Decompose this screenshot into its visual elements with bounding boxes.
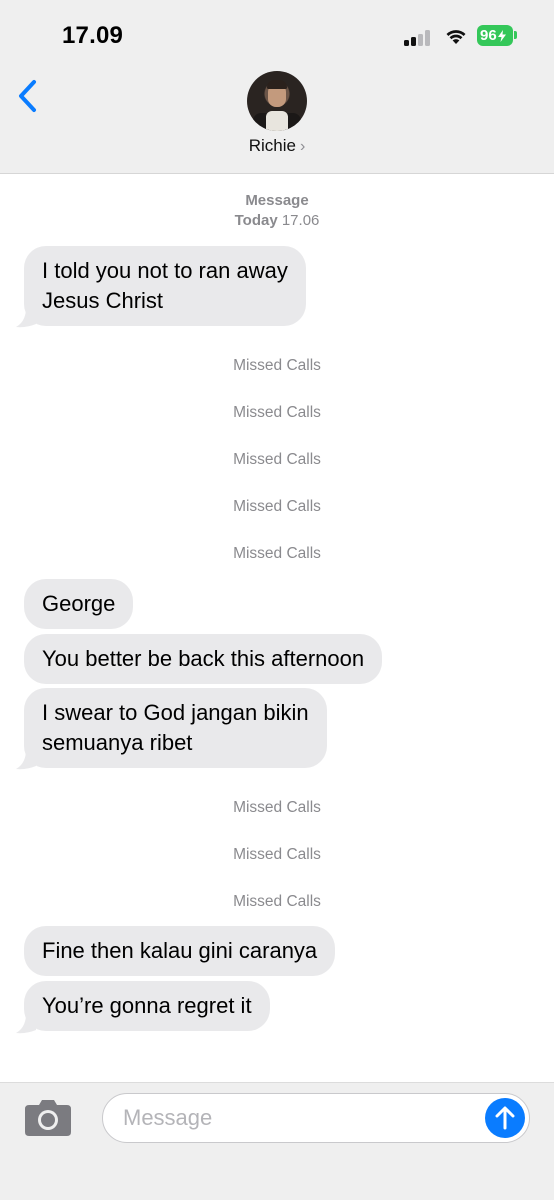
incoming-message-bubble[interactable]: I told you not to ran away Jesus Christ [24, 246, 306, 326]
incoming-message-bubble[interactable]: I swear to God jangan bikin semuanya rib… [24, 688, 327, 768]
message-line: semuanya ribet [42, 730, 193, 755]
message-line: You better be back this afternoon [42, 646, 365, 671]
camera-icon[interactable] [24, 1099, 72, 1137]
message-line: George [42, 591, 116, 616]
battery-level: 96 [480, 27, 497, 44]
chevron-right-icon: › [299, 138, 306, 155]
missed-calls-label[interactable]: Missed Calls [0, 799, 554, 817]
message-line: Fine then kalau gini caranya [42, 938, 318, 963]
incoming-message-bubble[interactable]: You’re gonna regret it [24, 981, 270, 1031]
missed-calls-label[interactable]: Missed Calls [0, 404, 554, 422]
contact-name-button[interactable]: Richie › [0, 136, 554, 156]
message-line: Jesus Christ [42, 288, 164, 313]
incoming-message-bubble[interactable]: You better be back this afternoon [24, 634, 383, 684]
service-label: Message [245, 192, 309, 209]
missed-calls-label[interactable]: Missed Calls [0, 893, 554, 911]
timestamp-date: Today [234, 212, 278, 229]
cellular-signal-icon [404, 30, 434, 46]
conversation-header: 17.09 96 Richie › [0, 0, 554, 174]
missed-calls-label[interactable]: Missed Calls [0, 357, 554, 375]
charging-bolt-icon [497, 29, 506, 42]
missed-calls-label[interactable]: Missed Calls [0, 451, 554, 469]
send-button[interactable] [485, 1098, 525, 1138]
status-bar-time: 17.09 [62, 22, 124, 49]
contact-avatar[interactable] [247, 71, 307, 131]
battery-icon: 96 [477, 25, 513, 46]
missed-calls-label[interactable]: Missed Calls [0, 498, 554, 516]
arrow-up-icon [495, 1106, 515, 1130]
message-line: I told you not to ran away [42, 258, 288, 283]
incoming-message-bubble[interactable]: Fine then kalau gini caranya [24, 926, 336, 976]
message-line: I swear to God jangan bikin [42, 700, 309, 725]
missed-calls-label[interactable]: Missed Calls [0, 846, 554, 864]
wifi-icon [446, 30, 466, 44]
incoming-message-bubble[interactable]: George [24, 579, 134, 629]
back-chevron-icon[interactable] [14, 78, 44, 114]
timestamp-time: 17.06 [281, 212, 320, 229]
contact-name: Richie [248, 136, 296, 155]
message-input[interactable] [102, 1093, 530, 1143]
message-composer [0, 1082, 554, 1200]
battery-tip [514, 31, 517, 39]
message-line: You’re gonna regret it [42, 993, 252, 1018]
timestamp-label: Today 17.06 [0, 212, 554, 229]
missed-calls-label[interactable]: Missed Calls [0, 545, 554, 563]
